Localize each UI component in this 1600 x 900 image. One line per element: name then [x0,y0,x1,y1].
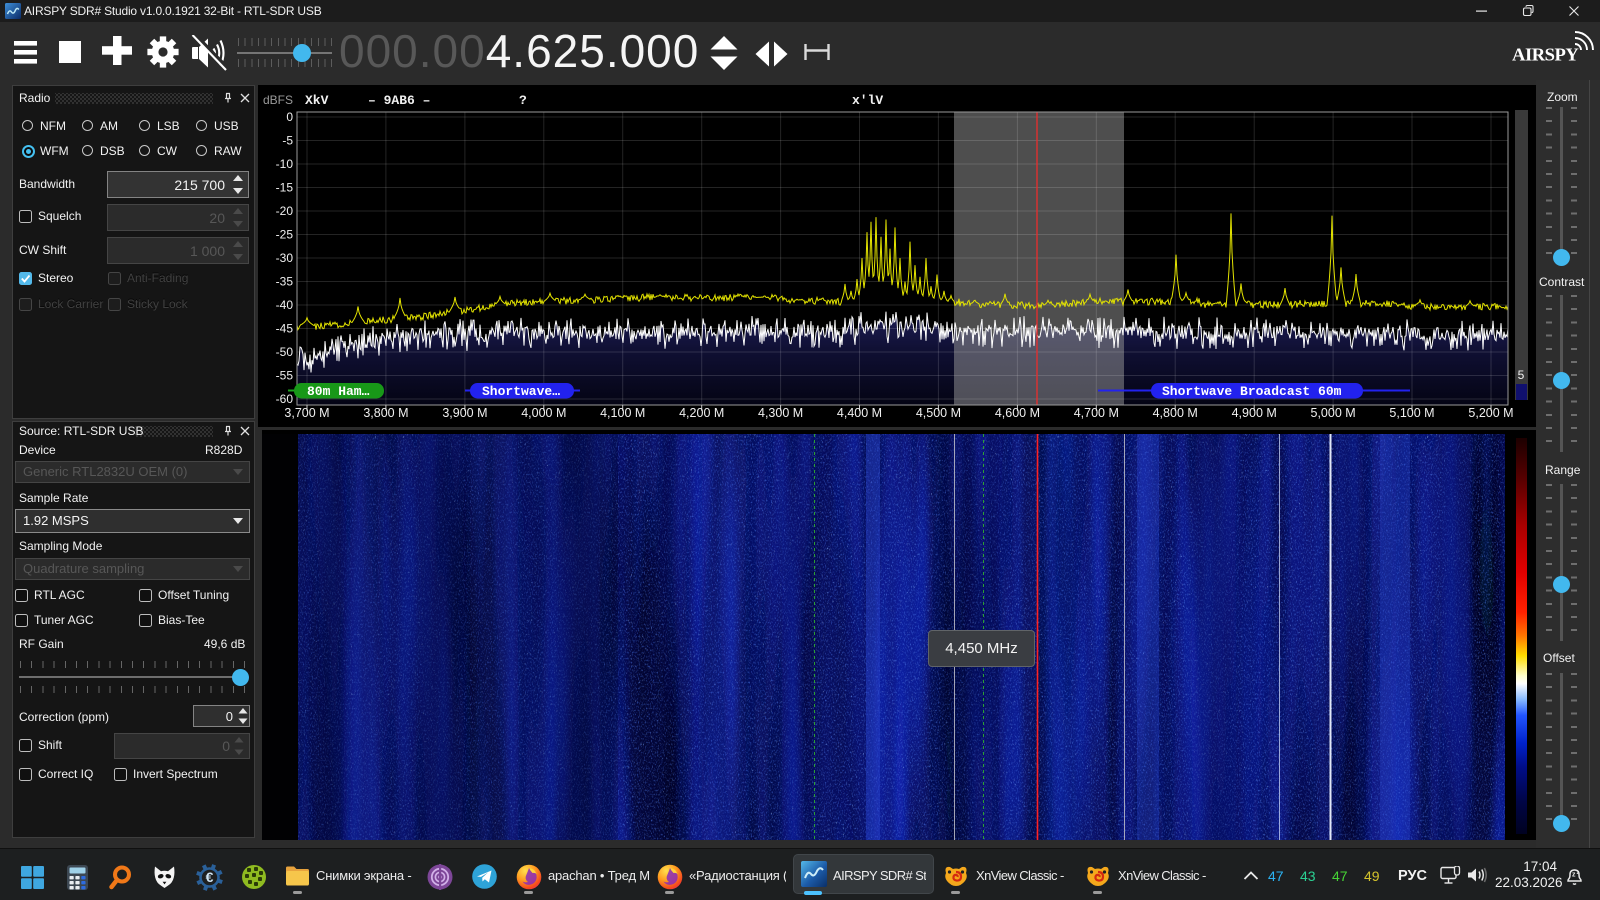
svg-text:3,800 M: 3,800 M [363,406,408,420]
svg-text:-15: -15 [276,181,294,195]
svg-text:Shortwave…: Shortwave… [482,384,560,399]
svg-text:-35: -35 [276,275,294,289]
svg-text:3,900 M: 3,900 M [442,406,487,420]
svg-text:-20: -20 [276,204,294,218]
svg-text:-55: -55 [276,369,294,383]
svg-text:4,000 M: 4,000 M [521,406,566,420]
svg-text:4,100 M: 4,100 M [600,406,645,420]
svg-text:4,400 M: 4,400 M [837,406,882,420]
svg-text:dBFS: dBFS [263,93,293,107]
svg-text:4,500 M: 4,500 M [916,406,961,420]
svg-text:5: 5 [1518,368,1525,382]
svg-text:Shortwave Broadcast 60m: Shortwave Broadcast 60m [1162,384,1342,399]
svg-text:-50: -50 [276,345,294,359]
svg-text:-10: -10 [276,157,294,171]
svg-text:-45: -45 [276,322,294,336]
svg-text:0: 0 [286,110,293,124]
svg-text:4,600 M: 4,600 M [995,406,1040,420]
svg-text:XkV: XkV [305,93,329,108]
svg-text:4,700 M: 4,700 M [1074,406,1119,420]
svg-text:4,900 M: 4,900 M [1232,406,1277,420]
svg-text:4,800 M: 4,800 M [1153,406,1198,420]
svg-text:z: z [1572,872,1576,879]
svg-text:5,000 M: 5,000 M [1311,406,1356,420]
svg-text:3,700 M: 3,700 M [284,406,329,420]
svg-text:-40: -40 [276,298,294,312]
svg-text:4,300 M: 4,300 M [758,406,803,420]
svg-text:-30: -30 [276,251,294,265]
svg-text:4,200 M: 4,200 M [679,406,724,420]
svg-text:?: ? [519,93,527,108]
svg-text:-60: -60 [276,392,294,406]
svg-text:-25: -25 [276,228,294,242]
svg-text:€: € [206,869,214,885]
svg-text:z: z [1577,870,1580,876]
svg-text:5,100 M: 5,100 M [1389,406,1434,420]
svg-text:– 9AB6 –: – 9AB6 – [368,93,430,108]
svg-text:x'lV: x'lV [852,93,883,108]
svg-text:5,200 M: 5,200 M [1468,406,1513,420]
svg-text:80m Ham…: 80m Ham… [307,384,370,399]
svg-text:-5: -5 [282,134,293,148]
